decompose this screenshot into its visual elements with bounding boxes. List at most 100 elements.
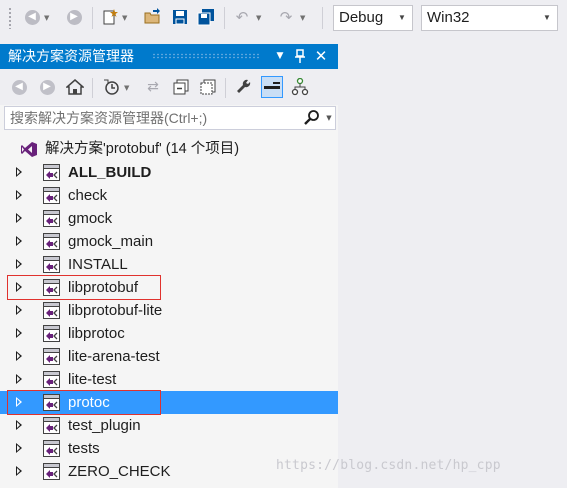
- pending-changes-icon[interactable]: [100, 76, 122, 98]
- project-label: libprotobuf-lite: [68, 302, 163, 319]
- title-grip: [152, 53, 260, 59]
- search-options-icon[interactable]: ▼: [323, 107, 335, 129]
- properties-wrench-icon[interactable]: [233, 76, 255, 98]
- solution-label: 解决方案'protobuf' (14 个项目): [45, 141, 240, 157]
- search-icon[interactable]: [303, 109, 321, 127]
- project-node[interactable]: gmock_main: [0, 230, 338, 253]
- search-input[interactable]: [5, 107, 297, 129]
- back-icon[interactable]: ◀: [22, 7, 42, 27]
- cpp-project-icon: [43, 256, 60, 273]
- cpp-project-icon: [43, 394, 60, 411]
- expand-arrow-icon[interactable]: [16, 351, 22, 361]
- platform-value: Win32: [427, 9, 470, 26]
- expand-arrow-icon[interactable]: [16, 236, 22, 246]
- project-label: ZERO_CHECK: [68, 463, 171, 480]
- search-box: ▼: [4, 106, 336, 130]
- panel-title: 解决方案资源管理器: [8, 48, 134, 64]
- cpp-project-icon: [43, 325, 60, 342]
- project-node[interactable]: ALL_BUILD: [0, 161, 338, 184]
- class-view-icon[interactable]: [289, 76, 311, 98]
- close-icon[interactable]: ✕: [312, 44, 330, 69]
- show-all-files-icon[interactable]: [197, 76, 219, 98]
- undo-icon[interactable]: ↶: [232, 7, 252, 27]
- forward-icon[interactable]: ▶: [36, 76, 58, 98]
- expand-arrow-icon[interactable]: [16, 190, 22, 200]
- redo-dropdown-icon[interactable]: ▼: [300, 14, 305, 22]
- toolbar-separator: [224, 7, 225, 29]
- project-label: INSTALL: [68, 256, 128, 273]
- project-node[interactable]: gmock: [0, 207, 338, 230]
- solution-node[interactable]: 解决方案'protobuf' (14 个项目): [0, 138, 338, 161]
- redo-icon[interactable]: ↷: [276, 7, 296, 27]
- back-icon[interactable]: ◀: [8, 76, 30, 98]
- expand-arrow-icon[interactable]: [16, 282, 22, 292]
- project-label: protoc: [68, 394, 110, 411]
- project-label: test_plugin: [68, 417, 141, 434]
- project-label: lite-test: [68, 371, 117, 388]
- standard-toolbar: ◀ ▼ ▶ ▼ ↶ ▼ ↷ ▼ Debug ▼ Win32 ▼: [0, 0, 567, 36]
- panel-title-bar[interactable]: 解决方案资源管理器 ▼ ✕: [0, 44, 338, 69]
- undo-dropdown-icon[interactable]: ▼: [256, 14, 261, 22]
- project-node[interactable]: test_plugin: [0, 414, 338, 437]
- project-node[interactable]: tests: [0, 437, 338, 460]
- expand-arrow-icon[interactable]: [16, 466, 22, 476]
- project-label: lite-arena-test: [68, 348, 160, 365]
- sync-icon[interactable]: ⇄: [142, 76, 164, 98]
- expand-arrow-icon[interactable]: [16, 397, 22, 407]
- configuration-select[interactable]: Debug ▼: [333, 5, 413, 31]
- expand-arrow-icon[interactable]: [16, 420, 22, 430]
- home-icon[interactable]: [64, 76, 86, 98]
- expand-arrow-icon[interactable]: [16, 259, 22, 269]
- toolbar-grip[interactable]: [8, 7, 12, 29]
- expand-arrow-icon[interactable]: [16, 213, 22, 223]
- project-node[interactable]: libprotoc: [0, 322, 338, 345]
- cpp-project-icon: [43, 348, 60, 365]
- save-all-icon[interactable]: [196, 7, 216, 27]
- expand-arrow-icon[interactable]: [16, 167, 22, 177]
- save-icon[interactable]: [170, 7, 190, 27]
- toolbar-separator: [225, 78, 226, 98]
- solution-explorer-panel: 解决方案资源管理器 ▼ ✕ ◀ ▶ ▼ ⇄ 搜索解决方案资源管理器(Ctrl+;…: [0, 44, 338, 488]
- watermark: https://blog.csdn.net/hp_cpp: [276, 458, 501, 473]
- project-node[interactable]: lite-test: [0, 368, 338, 391]
- project-node[interactable]: libprotobuf-lite: [0, 299, 338, 322]
- cpp-project-icon: [43, 187, 60, 204]
- collapse-all-icon[interactable]: [170, 76, 192, 98]
- window-position-icon[interactable]: ▼: [271, 44, 289, 69]
- expand-arrow-icon[interactable]: [16, 328, 22, 338]
- open-icon[interactable]: [143, 7, 163, 27]
- expand-arrow-icon[interactable]: [16, 305, 22, 315]
- project-label: gmock_main: [68, 233, 154, 250]
- configuration-value: Debug: [339, 9, 384, 26]
- toolbar-separator: [322, 7, 323, 29]
- toolbar-separator: [92, 7, 93, 29]
- project-label: tests: [68, 440, 100, 457]
- preview-selected-icon[interactable]: [261, 76, 283, 98]
- cpp-project-icon: [43, 210, 60, 227]
- cpp-project-icon: [43, 463, 60, 480]
- cpp-project-icon: [43, 164, 60, 181]
- pending-dropdown-icon[interactable]: ▼: [124, 84, 129, 92]
- chevron-down-icon: ▼: [543, 13, 551, 22]
- back-dropdown-icon[interactable]: ▼: [44, 14, 49, 22]
- cpp-project-icon: [43, 302, 60, 319]
- project-node[interactable]: INSTALL: [0, 253, 338, 276]
- pin-icon[interactable]: [291, 44, 309, 69]
- panel-toolbar: ◀ ▶ ▼ ⇄: [0, 69, 338, 105]
- project-node[interactable]: lite-arena-test: [0, 345, 338, 368]
- project-label: check: [68, 187, 108, 204]
- project-label: libprotobuf: [68, 279, 139, 296]
- project-node[interactable]: protoc: [0, 391, 338, 414]
- new-project-icon[interactable]: [100, 7, 120, 27]
- project-label: libprotoc: [68, 325, 125, 342]
- project-node[interactable]: check: [0, 184, 338, 207]
- project-node[interactable]: libprotobuf: [0, 276, 338, 299]
- project-label: ALL_BUILD: [68, 164, 152, 181]
- expand-arrow-icon[interactable]: [16, 443, 22, 453]
- expand-arrow-icon[interactable]: [16, 374, 22, 384]
- platform-select[interactable]: Win32 ▼: [421, 5, 558, 31]
- app-window: ◀ ▼ ▶ ▼ ↶ ▼ ↷ ▼ Debug ▼ Win32 ▼ 解决方案资源管理…: [0, 0, 567, 488]
- new-dropdown-icon[interactable]: ▼: [122, 14, 127, 22]
- cpp-project-icon: [43, 279, 60, 296]
- forward-icon[interactable]: ▶: [64, 7, 84, 27]
